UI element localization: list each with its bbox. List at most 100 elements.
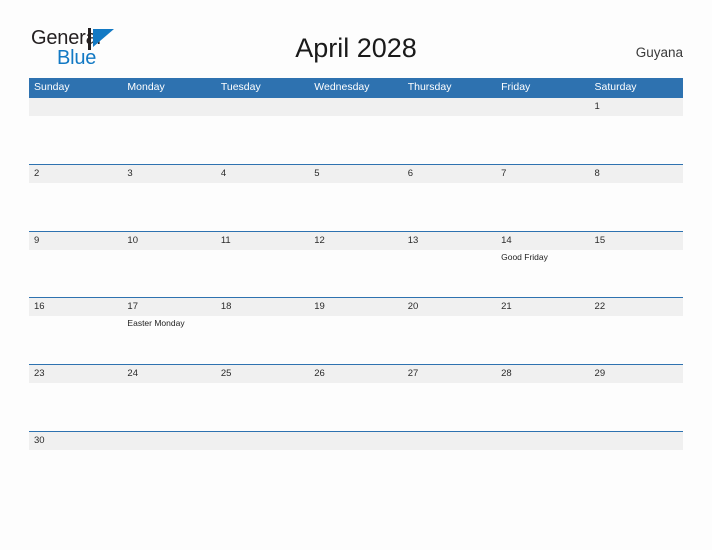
- day-number[interactable]: 7: [496, 165, 589, 183]
- day-number[interactable]: 10: [122, 232, 215, 250]
- day-events-good-friday[interactable]: Good Friday: [496, 250, 589, 298]
- day-events[interactable]: [590, 383, 683, 431]
- day-number[interactable]: 15: [590, 232, 683, 250]
- weekday-header-tuesday: Tuesday: [220, 81, 261, 93]
- day-number[interactable]: 21: [496, 298, 589, 316]
- day-number[interactable]: 11: [216, 232, 309, 250]
- day-number[interactable]: 29: [590, 365, 683, 383]
- day-number[interactable]: 22: [590, 298, 683, 316]
- day-events[interactable]: [590, 116, 683, 164]
- day-events-easter-monday[interactable]: Easter Monday: [122, 316, 215, 364]
- day-events[interactable]: [216, 383, 309, 431]
- day-events[interactable]: [216, 450, 309, 498]
- day-events[interactable]: [403, 250, 496, 298]
- day-events[interactable]: [29, 183, 122, 231]
- day-events[interactable]: [590, 250, 683, 298]
- day-events[interactable]: [309, 316, 402, 364]
- weekday-header-saturday: Saturday: [594, 81, 637, 93]
- day-number[interactable]: 19: [309, 298, 402, 316]
- day-number[interactable]: [309, 432, 402, 450]
- day-events[interactable]: [309, 183, 402, 231]
- day-number[interactable]: 13: [403, 232, 496, 250]
- day-number[interactable]: [496, 432, 589, 450]
- day-events[interactable]: [29, 383, 122, 431]
- day-events[interactable]: [309, 250, 402, 298]
- day-number[interactable]: [403, 432, 496, 450]
- page-header: General Blue April 2028 Guyana: [0, 0, 712, 72]
- day-number[interactable]: 9: [29, 232, 122, 250]
- week-row: 23 24 25 26 27 28 29: [29, 364, 683, 431]
- day-number[interactable]: 17: [122, 298, 215, 316]
- day-number[interactable]: [122, 432, 215, 450]
- day-events[interactable]: [122, 183, 215, 231]
- day-number[interactable]: 14: [496, 232, 589, 250]
- day-number[interactable]: [216, 98, 309, 116]
- day-number[interactable]: 30: [29, 432, 122, 450]
- daynum-row: 16 17 18 19 20 21 22: [29, 298, 683, 316]
- day-events[interactable]: [403, 383, 496, 431]
- day-number[interactable]: 18: [216, 298, 309, 316]
- week-row: 9 10 11 12 13 14 15 Good Friday: [29, 230, 683, 298]
- day-number[interactable]: [309, 98, 402, 116]
- day-number[interactable]: 25: [216, 365, 309, 383]
- weekday-header-sunday: Sunday: [34, 81, 70, 93]
- day-number[interactable]: 2: [29, 165, 122, 183]
- events-row: [29, 383, 683, 431]
- day-events[interactable]: [216, 183, 309, 231]
- week-row: 30: [29, 430, 683, 498]
- day-events[interactable]: [496, 450, 589, 498]
- day-events[interactable]: [590, 316, 683, 364]
- weekday-header-thursday: Thursday: [407, 81, 452, 93]
- day-number[interactable]: 27: [403, 365, 496, 383]
- day-events[interactable]: [122, 383, 215, 431]
- day-events[interactable]: [122, 116, 215, 164]
- day-events[interactable]: [29, 450, 122, 498]
- day-number[interactable]: 26: [309, 365, 402, 383]
- day-events[interactable]: [29, 250, 122, 298]
- day-events[interactable]: [216, 116, 309, 164]
- day-events[interactable]: [590, 183, 683, 231]
- day-events[interactable]: [216, 316, 309, 364]
- day-number[interactable]: [590, 432, 683, 450]
- page-title: April 2028: [295, 33, 417, 63]
- day-events[interactable]: [309, 450, 402, 498]
- day-events[interactable]: [496, 183, 589, 231]
- day-events[interactable]: [590, 450, 683, 498]
- day-events[interactable]: [496, 383, 589, 431]
- day-number[interactable]: 20: [403, 298, 496, 316]
- day-number[interactable]: 23: [29, 365, 122, 383]
- day-events[interactable]: [403, 316, 496, 364]
- day-events[interactable]: [122, 250, 215, 298]
- day-number[interactable]: 3: [122, 165, 215, 183]
- day-number[interactable]: 1: [590, 98, 683, 116]
- week-row: 16 17 18 19 20 21 22 Easter Monday: [29, 297, 683, 364]
- day-events[interactable]: [403, 116, 496, 164]
- day-events[interactable]: [29, 316, 122, 364]
- daynum-row: 1: [29, 98, 683, 116]
- day-events[interactable]: [122, 450, 215, 498]
- day-number[interactable]: [216, 432, 309, 450]
- day-events[interactable]: [29, 116, 122, 164]
- daynum-row: 2 3 4 5 6 7 8: [29, 165, 683, 183]
- day-number[interactable]: [122, 98, 215, 116]
- day-events[interactable]: [216, 250, 309, 298]
- day-number[interactable]: 4: [216, 165, 309, 183]
- day-number[interactable]: 12: [309, 232, 402, 250]
- daynum-row: 9 10 11 12 13 14 15: [29, 232, 683, 250]
- day-number[interactable]: 16: [29, 298, 122, 316]
- day-events[interactable]: [496, 116, 589, 164]
- day-number[interactable]: 28: [496, 365, 589, 383]
- day-number[interactable]: [403, 98, 496, 116]
- day-number[interactable]: 24: [122, 365, 215, 383]
- day-number[interactable]: 5: [309, 165, 402, 183]
- day-events[interactable]: [403, 450, 496, 498]
- day-events[interactable]: [496, 316, 589, 364]
- calendar-grid: Sunday Monday Tuesday Wednesday Thursday…: [29, 78, 683, 498]
- day-number[interactable]: 8: [590, 165, 683, 183]
- day-events[interactable]: [309, 383, 402, 431]
- day-number[interactable]: 6: [403, 165, 496, 183]
- day-events[interactable]: [403, 183, 496, 231]
- day-events[interactable]: [309, 116, 402, 164]
- day-number[interactable]: [29, 98, 122, 116]
- day-number[interactable]: [496, 98, 589, 116]
